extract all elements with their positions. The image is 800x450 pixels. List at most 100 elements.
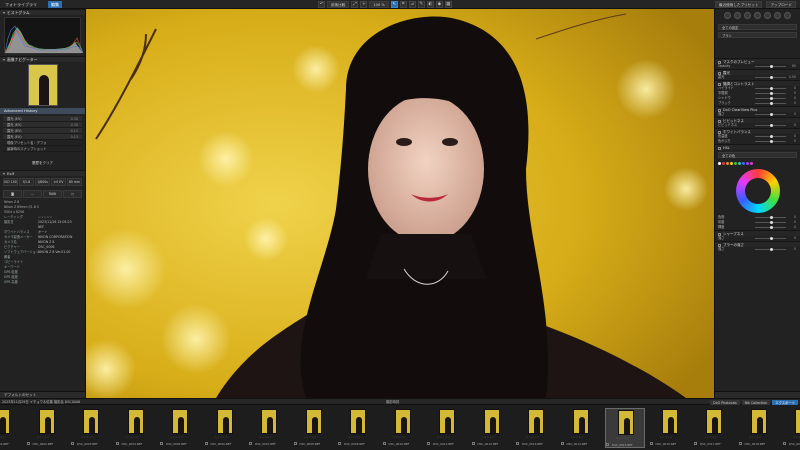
slider-knob[interactable] bbox=[769, 97, 773, 100]
repair-icon[interactable]: ✎ bbox=[417, 1, 425, 8]
thumbnail-checkbox[interactable] bbox=[471, 442, 475, 445]
filmstrip-thumbnail[interactable]: ☆☆☆☆☆ DSC_0007.NEF bbox=[249, 408, 289, 448]
slider-track[interactable] bbox=[755, 248, 786, 251]
slider-knob[interactable] bbox=[769, 216, 773, 219]
slider-knob[interactable] bbox=[769, 248, 773, 251]
slider-track[interactable] bbox=[755, 97, 786, 100]
filmstrip-thumbnail[interactable]: ☆☆☆☆☆ DSC_0010.NEF bbox=[382, 408, 423, 448]
thumbnail-checkbox[interactable] bbox=[783, 442, 786, 445]
filmstrip-thumbnail[interactable]: ☆☆☆☆☆ DSC_0015.NEF bbox=[605, 408, 645, 448]
thumbnail-checkbox[interactable] bbox=[293, 442, 297, 445]
filmstrip-thumbnail[interactable]: ☆☆☆☆☆ DSC_0019.NEF bbox=[783, 408, 800, 448]
slider-row[interactable]: ビビッドネス 0 bbox=[715, 123, 800, 128]
slider-track[interactable] bbox=[755, 221, 786, 224]
slider-knob[interactable] bbox=[769, 87, 773, 90]
slider-track[interactable] bbox=[755, 113, 786, 116]
watermark-palette-icon[interactable] bbox=[764, 12, 771, 19]
slider-track[interactable] bbox=[755, 226, 786, 229]
slider-knob[interactable] bbox=[769, 102, 773, 105]
thumbnail-checkbox[interactable] bbox=[649, 442, 653, 445]
thumbnail-checkbox[interactable] bbox=[427, 442, 430, 445]
slider-track[interactable] bbox=[755, 92, 786, 95]
navigator-header[interactable]: 画像ナビゲーター bbox=[0, 56, 85, 62]
slider-track[interactable] bbox=[755, 65, 786, 68]
slider-track[interactable] bbox=[755, 216, 786, 219]
favorite-palette-icon[interactable] bbox=[784, 12, 791, 19]
thumbnail-checkbox[interactable] bbox=[606, 443, 609, 446]
thumbnail-rating[interactable]: ☆☆☆☆☆ bbox=[304, 436, 317, 439]
thumbnail-checkbox[interactable] bbox=[115, 442, 119, 445]
filmstrip-thumbnail[interactable]: ☆☆☆☆☆ DSC_0013.NEF bbox=[516, 408, 556, 448]
slider-knob[interactable] bbox=[769, 76, 773, 79]
filmstrip-thumbnail[interactable]: ☆☆☆☆☆ DSC_0011.NEF bbox=[427, 408, 467, 448]
palette-mode-select[interactable]: 全ての設定 bbox=[718, 24, 797, 30]
slider-knob[interactable] bbox=[769, 140, 773, 143]
filmstrip-thumbnail[interactable]: ☆☆☆☆☆ DSC_0004.NEF bbox=[115, 408, 156, 448]
slider-knob[interactable] bbox=[769, 124, 773, 127]
thumbnail-checkbox[interactable] bbox=[249, 442, 252, 445]
thumbnail-rating[interactable]: ☆☆☆☆☆ bbox=[126, 436, 139, 439]
brush-tool[interactable]: ブラシ bbox=[718, 32, 797, 38]
hsl-color-wheel[interactable] bbox=[735, 169, 780, 213]
thumbnail-rating[interactable]: ☆☆☆☆☆ bbox=[437, 436, 450, 439]
slider-knob[interactable] bbox=[769, 135, 773, 138]
section-enable-checkbox[interactable] bbox=[718, 146, 721, 150]
color-swatch[interactable] bbox=[750, 162, 753, 165]
thumbnail-rating[interactable]: ☆☆☆☆☆ bbox=[660, 436, 673, 439]
upload-button[interactable]: アップロード bbox=[766, 1, 796, 8]
color-swatch[interactable] bbox=[742, 162, 745, 165]
slider-knob[interactable] bbox=[769, 92, 773, 95]
local-adjust-icon[interactable]: ◐ bbox=[426, 1, 434, 8]
thumbnail-rating[interactable]: ☆☆☆☆☆ bbox=[81, 436, 94, 439]
metadata-row[interactable]: GPS 高度 bbox=[0, 280, 85, 285]
filmstrip-thumbnail[interactable]: ☆☆☆☆☆ DSC_0016.NEF bbox=[649, 408, 690, 448]
thumbnail-rating[interactable]: ☆☆☆☆☆ bbox=[170, 436, 183, 439]
undo-icon[interactable]: ↶ bbox=[318, 1, 325, 8]
slider-track[interactable] bbox=[755, 76, 786, 79]
slider-row[interactable]: 露光 0.00 bbox=[715, 75, 800, 80]
filmstrip-thumbnail[interactable]: ☆☆☆☆☆ DSC_0003.NEF bbox=[71, 408, 111, 448]
thumbnail-rating[interactable]: ☆☆☆☆☆ bbox=[704, 436, 717, 439]
correction-section-header[interactable]: HSL bbox=[715, 144, 800, 150]
slider-knob[interactable] bbox=[769, 237, 773, 240]
slider-track[interactable] bbox=[755, 135, 786, 138]
thumbnail-rating[interactable]: ☆☆☆☆☆ bbox=[0, 436, 5, 439]
thumbnail-rating[interactable]: ☆☆☆☆☆ bbox=[482, 436, 495, 439]
thumbnail-checkbox[interactable] bbox=[204, 442, 208, 445]
thumbnail-checkbox[interactable] bbox=[738, 442, 742, 445]
recent-presets-button[interactable]: 最近使用したプリセット bbox=[714, 1, 763, 8]
slider-track[interactable] bbox=[755, 237, 786, 240]
filmstrip-thumbnail[interactable]: ☆☆☆☆☆ DSC_0012.NEF bbox=[471, 408, 512, 448]
advanced-history-header[interactable]: Advanced History bbox=[0, 108, 85, 114]
slider-knob[interactable] bbox=[769, 65, 773, 68]
slider-track[interactable] bbox=[755, 140, 786, 143]
color-swatch[interactable] bbox=[734, 162, 737, 165]
hsl-channel-select[interactable]: 全ての色 bbox=[718, 152, 797, 158]
clear-history-button[interactable]: 履歴をクリア bbox=[26, 160, 60, 166]
filmstrip-thumbnail[interactable]: ☆☆☆☆☆ DSC_0018.NEF bbox=[738, 408, 779, 448]
filmstrip-thumbnail[interactable]: ☆☆☆☆☆ DSC_0014.NEF bbox=[560, 408, 601, 448]
slider-knob[interactable] bbox=[769, 221, 773, 224]
thumbnail-checkbox[interactable] bbox=[160, 442, 163, 445]
color-swatch[interactable] bbox=[738, 162, 741, 165]
slider-track[interactable] bbox=[755, 124, 786, 127]
color-palette-icon[interactable] bbox=[734, 12, 741, 19]
thumbnail-checkbox[interactable] bbox=[694, 442, 697, 445]
light-palette-icon[interactable] bbox=[724, 12, 731, 19]
grid-icon[interactable]: ▦ bbox=[444, 1, 452, 8]
eyedropper-icon[interactable]: ◆ bbox=[435, 1, 443, 8]
slider-row[interactable]: 強さ 0 bbox=[715, 236, 800, 241]
thumbnail-rating[interactable]: ☆☆☆☆☆ bbox=[749, 436, 762, 439]
color-swatch[interactable] bbox=[730, 162, 733, 165]
slider-row[interactable]: 強さ 0 bbox=[715, 112, 800, 117]
history-row[interactable]: 最新時のスナップショット bbox=[3, 146, 82, 152]
crosshair-icon[interactable]: + bbox=[360, 1, 368, 8]
slider-row[interactable]: ブラック 0 bbox=[715, 101, 800, 106]
navigator-preview[interactable] bbox=[27, 64, 58, 106]
thumbnail-rating[interactable]: ☆☆☆☆☆ bbox=[37, 436, 50, 439]
slider-row[interactable]: 色かぶり 0 bbox=[715, 139, 800, 144]
straighten-icon[interactable]: ⊿ bbox=[408, 1, 416, 8]
detail-palette-icon[interactable] bbox=[744, 12, 751, 19]
filmstrip-thumbnail[interactable]: ☆☆☆☆☆ DSC_0006.NEF bbox=[204, 408, 245, 448]
color-swatch[interactable] bbox=[722, 162, 725, 165]
